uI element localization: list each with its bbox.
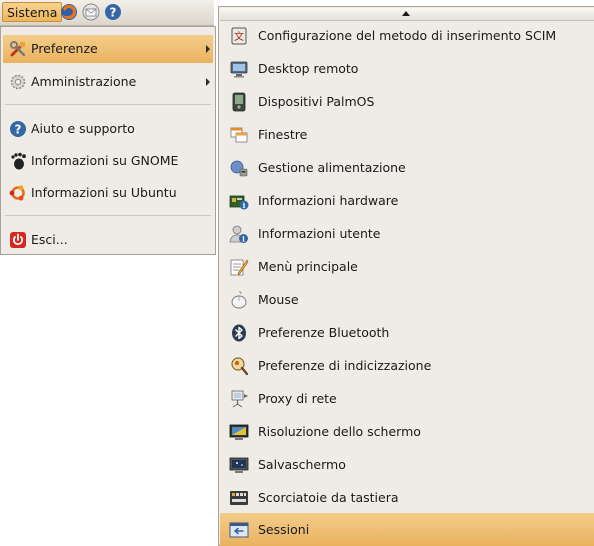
submenu-item-scorciatoie-tastiera[interactable]: Scorciatoie da tastiera (220, 481, 594, 514)
svg-text:i: i (242, 235, 245, 244)
mail-icon[interactable] (82, 3, 100, 21)
submenu-item-scim[interactable]: 文 Configurazione del metodo di inserimen… (220, 19, 594, 52)
menu-item-informazioni-ubuntu[interactable]: Informazioni su Ubuntu (3, 179, 213, 207)
svg-text:?: ? (15, 123, 22, 137)
preferences-tools-icon (10, 41, 26, 57)
keyboard-shortcuts-icon (230, 491, 248, 505)
submenu-item-gestione-alimentazione[interactable]: Gestione alimentazione (220, 151, 594, 184)
sistema-menu: Preferenze Amministrazione ? Aiuto e sup… (0, 26, 216, 255)
main-menu-editor-icon (230, 259, 249, 276)
submenu-item-label: Finestre (258, 127, 308, 142)
submenu-arrow-icon (206, 78, 210, 86)
submenu-item-label: Preferenze di indicizzazione (258, 358, 432, 373)
submenu-item-label: Sessioni (258, 522, 310, 537)
submenu-item-desktop-remoto[interactable]: Desktop remoto (220, 52, 594, 85)
submenu-item-label: Gestione alimentazione (258, 160, 406, 175)
submenu-item-label: Proxy di rete (258, 391, 337, 406)
screen-resolution-icon (229, 424, 249, 440)
menu-item-esci[interactable]: Esci... (3, 226, 213, 254)
network-proxy-icon (231, 390, 248, 408)
menu-item-label: Amministrazione (31, 74, 137, 89)
sessions-icon (229, 522, 249, 538)
help-icon: ? (10, 121, 26, 137)
submenu-item-label: Preferenze Bluetooth (258, 325, 390, 340)
indexing-search-icon (231, 357, 249, 376)
submenu-item-label: Scorciatoie da tastiera (258, 490, 399, 505)
menu-item-informazioni-gnome[interactable]: Informazioni su GNOME (3, 147, 213, 175)
submenu-item-indicizzazione[interactable]: Preferenze di indicizzazione (220, 349, 594, 382)
submenu-item-palmos[interactable]: Dispositivi PalmOS (220, 85, 594, 118)
submenu-item-salvaschermo[interactable]: Salvaschermo (220, 448, 594, 481)
menu-item-preferenze[interactable]: Preferenze (3, 35, 213, 63)
menu-item-label: Aiuto e supporto (31, 121, 135, 136)
submenu-item-informazioni-hardware[interactable]: i Informazioni hardware (220, 184, 594, 217)
submenu-item-label: Mouse (258, 292, 299, 307)
menu-separator (5, 215, 211, 216)
menu-separator (5, 104, 211, 105)
hardware-info-icon: i (229, 195, 249, 210)
palm-device-icon (232, 92, 246, 112)
submenu-item-menu-principale[interactable]: Menù principale (220, 250, 594, 283)
submenu-item-label: Menù principale (258, 259, 358, 274)
sistema-label: Sistema (7, 5, 58, 20)
firefox-icon[interactable] (60, 3, 78, 21)
help-icon[interactable]: ? (104, 3, 122, 21)
preferenze-submenu: 文 Configurazione del metodo di inserimen… (218, 6, 594, 546)
administration-gear-icon (10, 74, 26, 90)
gnome-foot-icon (11, 152, 26, 170)
submenu-item-label: Configurazione del metodo di inserimento… (258, 28, 557, 43)
mouse-icon (231, 291, 247, 309)
windows-icon (230, 127, 248, 143)
submenu-item-informazioni-utente[interactable]: i Informazioni utente (220, 217, 594, 250)
bluetooth-icon (232, 324, 246, 342)
submenu-item-label: Risoluzione dello schermo (258, 424, 421, 439)
scroll-up-arrow-icon (402, 11, 410, 16)
menu-item-amministrazione[interactable]: Amministrazione (3, 68, 213, 96)
menu-item-label: Preferenze (31, 41, 98, 56)
sistema-menu-button[interactable]: Sistema (2, 2, 63, 22)
submenu-item-label: Informazioni hardware (258, 193, 399, 208)
scim-input-icon: 文 (231, 27, 247, 45)
menu-item-label: Esci... (31, 232, 68, 247)
submenu-item-label: Informazioni utente (258, 226, 381, 241)
screensaver-icon (229, 457, 249, 473)
power-management-icon (230, 160, 248, 177)
submenu-item-bluetooth[interactable]: Preferenze Bluetooth (220, 316, 594, 349)
submenu-item-proxy-di-rete[interactable]: Proxy di rete (220, 382, 594, 415)
user-info-icon: i (229, 225, 248, 244)
svg-text:?: ? (110, 6, 117, 20)
submenu-item-risoluzione-schermo[interactable]: Risoluzione dello schermo (220, 415, 594, 448)
power-icon (10, 232, 26, 248)
menu-item-aiuto-e-supporto[interactable]: ? Aiuto e supporto (3, 115, 213, 143)
submenu-item-label: Desktop remoto (258, 61, 359, 76)
submenu-item-mouse[interactable]: Mouse (220, 283, 594, 316)
submenu-item-label: Dispositivi PalmOS (258, 94, 375, 109)
submenu-arrow-icon (206, 45, 210, 53)
menu-item-label: Informazioni su Ubuntu (31, 185, 177, 200)
svg-text:i: i (243, 201, 246, 210)
svg-text:文: 文 (234, 30, 244, 43)
menu-item-label: Informazioni su GNOME (31, 153, 179, 168)
submenu-item-label: Salvaschermo (258, 457, 346, 472)
submenu-item-finestre[interactable]: Finestre (220, 118, 594, 151)
remote-desktop-icon (230, 61, 248, 78)
submenu-item-sessioni[interactable]: Sessioni (220, 513, 594, 546)
top-panel: Sistema ? (0, 0, 214, 26)
ubuntu-logo-icon (9, 185, 25, 201)
